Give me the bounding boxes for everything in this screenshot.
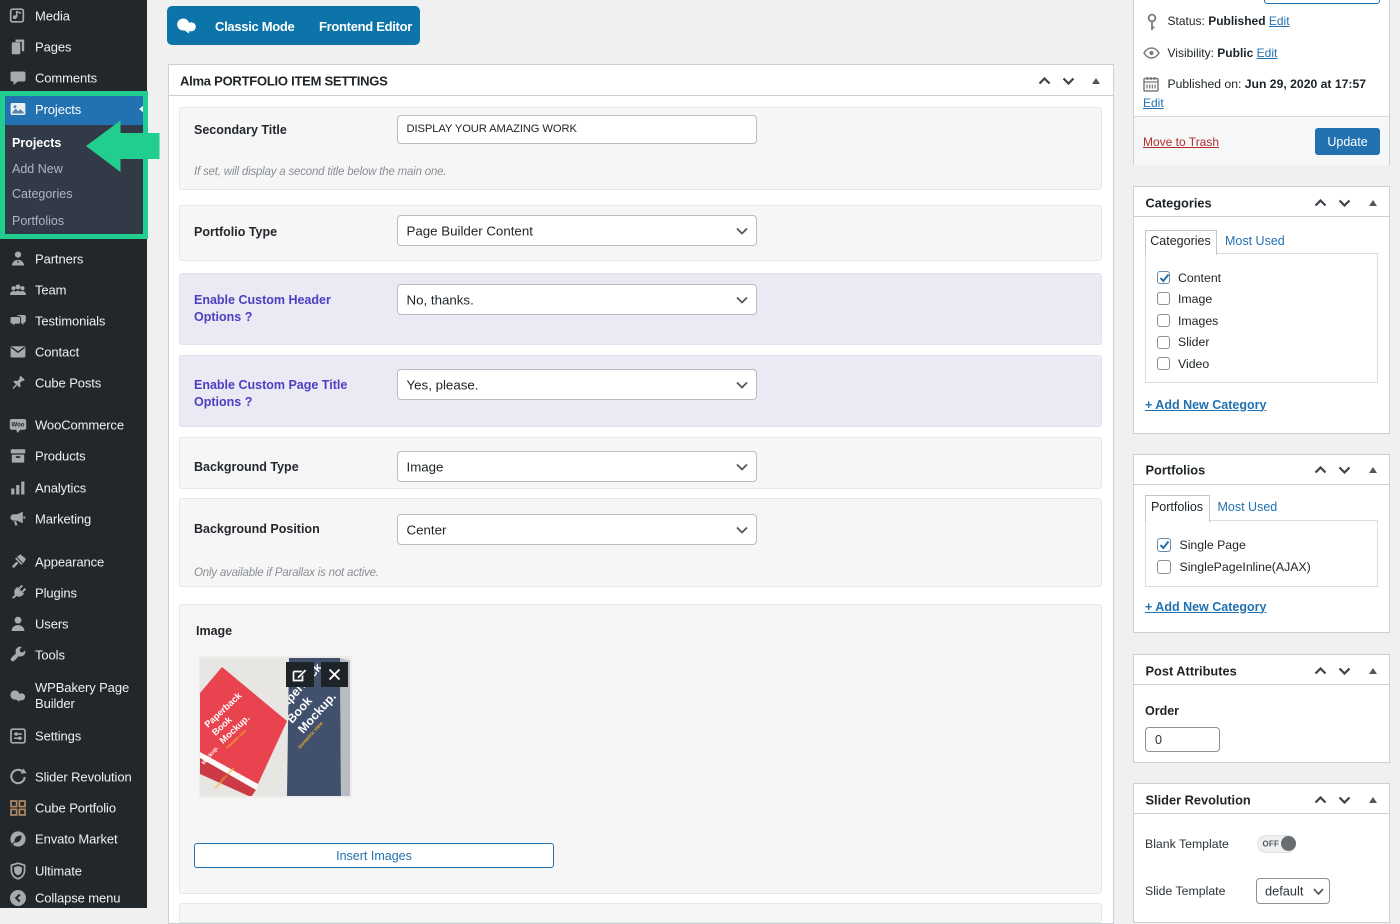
svg-text:Woo: Woo <box>12 423 25 429</box>
